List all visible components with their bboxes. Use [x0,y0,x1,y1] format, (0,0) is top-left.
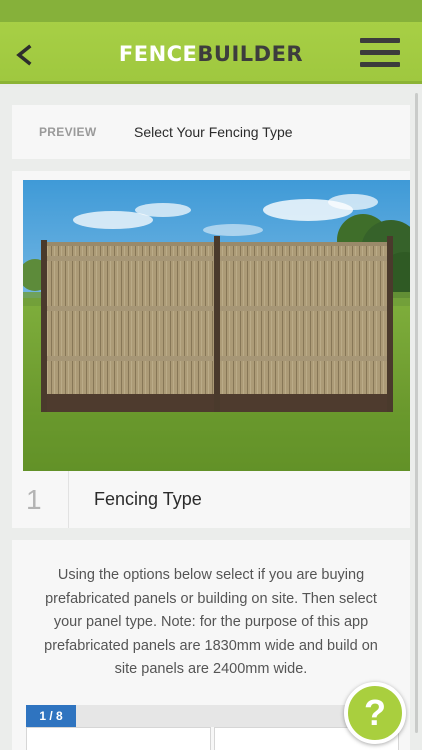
option-card-prefabricated[interactable] [26,727,211,750]
status-strip [0,0,422,22]
step-number: 1 [26,484,42,515]
option-counter-badge: 1 / 8 [26,705,76,727]
hamburger-menu-icon[interactable] [360,38,400,72]
page-title: Select Your Fencing Type [134,124,293,140]
fence-preview-image [23,180,410,471]
step-divider [68,471,69,528]
question-mark-icon: ? [364,692,386,733]
menu-bar [360,50,400,55]
breadcrumb: PREVIEW Select Your Fencing Type [12,105,410,159]
menu-bar [360,62,400,67]
scrollbar[interactable] [415,93,418,733]
fence-panel-icon [27,728,212,750]
logo-builder: BUILDER [197,42,304,66]
main-content[interactable]: PREVIEW Select Your Fencing Type 1 Fenci… [0,87,422,750]
menu-bar [360,38,400,43]
preview-link[interactable]: PREVIEW [39,125,96,139]
app-logo: FENCEBUILDER [0,41,422,67]
help-button[interactable]: ? [344,682,406,744]
logo-fence: FENCE [118,42,198,66]
instructions-text: Using the options below select if you ar… [44,567,378,677]
step-title: Fencing Type [94,489,202,509]
app-header: FENCEBUILDER [0,22,422,84]
fence-preview-card: 1 Fencing Type [12,171,410,528]
